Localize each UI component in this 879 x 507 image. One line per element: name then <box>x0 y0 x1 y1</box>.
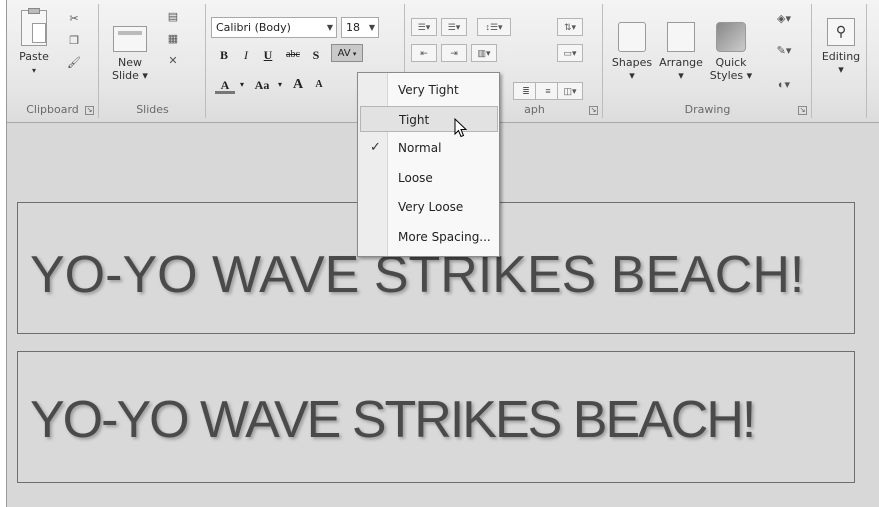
bold-button[interactable]: B <box>215 46 233 64</box>
title-textbox-2[interactable]: YO-YO WAVE STRIKES BEACH! <box>17 351 855 483</box>
paste-icon <box>21 8 47 46</box>
drawing-group: Shapes ▾ Arrange ▾ Quick Styles ▾ ◈▾ ✎▾ ◐▾… <box>604 4 812 118</box>
arrange-icon <box>667 22 695 52</box>
change-case-button[interactable]: Aa <box>251 76 273 94</box>
slides-group: New Slide ▾ ▤ ▦ ✕ Slides <box>100 4 206 118</box>
menu-item-label: Loose <box>398 171 433 185</box>
menu-item-more-spacing[interactable]: More Spacing... <box>360 224 498 250</box>
quick-styles-label-2: Styles <box>709 69 744 82</box>
shape-effects-icon[interactable]: ◐▾ <box>772 78 796 92</box>
editing-button[interactable]: ⚲ Editing ▾ <box>817 18 865 76</box>
menu-item-very-tight[interactable]: Very Tight <box>360 77 498 103</box>
layout-icon[interactable]: ▤ <box>166 10 180 24</box>
binoculars-icon: ⚲ <box>827 18 855 46</box>
slides-group-label: Slides <box>136 103 169 116</box>
menu-item-normal[interactable]: ✓ Normal <box>360 135 498 161</box>
character-spacing-button[interactable]: AV ▾ <box>331 44 363 62</box>
shape-outline-icon[interactable]: ✎▾ <box>772 44 796 58</box>
font-name-combo[interactable]: Calibri (Body) ▼ <box>211 17 337 38</box>
italic-button[interactable]: I <box>237 46 255 64</box>
character-spacing-label: AV <box>337 48 351 59</box>
font-color-button[interactable]: A <box>215 76 235 94</box>
title-text-2: YO-YO WAVE STRIKES BEACH! <box>30 391 756 449</box>
font-size-value: 18 <box>346 21 360 34</box>
editing-group: ⚲ Editing ▾ <box>813 4 867 118</box>
chevron-down-icon[interactable]: ▾ <box>237 76 247 94</box>
smartart-icon[interactable]: ◫▾ <box>557 82 583 100</box>
format-painter-icon[interactable]: 🖌 <box>67 56 81 70</box>
decrease-indent-icon[interactable]: ⇤ <box>411 44 437 62</box>
menu-item-loose[interactable]: Loose <box>360 165 498 191</box>
menu-item-label: More Spacing... <box>398 230 491 244</box>
delete-slide-icon[interactable]: ✕ <box>166 54 180 68</box>
menu-item-label: Very Tight <box>398 83 459 97</box>
chevron-down-icon: ▼ <box>326 23 333 32</box>
paste-button[interactable]: Paste ▾ <box>13 8 55 77</box>
menu-item-very-loose[interactable]: Very Loose <box>360 194 498 220</box>
chevron-down-icon: ▼ <box>368 23 375 32</box>
shapes-label: Shapes <box>611 56 653 69</box>
copy-icon[interactable]: ❐ <box>67 34 81 48</box>
align-text-icon[interactable]: ▭▾ <box>557 44 583 62</box>
menu-item-label: Very Loose <box>398 200 464 214</box>
paragraph-launcher-icon[interactable]: ↘ <box>589 106 598 115</box>
quick-styles-icon <box>716 22 746 52</box>
new-slide-icon <box>113 26 147 52</box>
bullets-icon[interactable]: ☰▾ <box>411 18 437 36</box>
increase-indent-icon[interactable]: ⇥ <box>441 44 467 62</box>
font-size-combo[interactable]: 18 ▼ <box>341 17 379 38</box>
line-spacing-icon[interactable]: ↕☰▾ <box>477 18 511 36</box>
shadow-button[interactable]: S <box>307 46 325 64</box>
new-slide-button[interactable]: New Slide ▾ <box>106 26 154 82</box>
columns-icon[interactable]: ▥▾ <box>471 44 497 62</box>
shape-fill-icon[interactable]: ◈▾ <box>772 12 796 26</box>
numbering-icon[interactable]: ☰▾ <box>441 18 467 36</box>
character-spacing-menu: Very Tight Tight ✓ Normal Loose Very Loo… <box>357 72 500 257</box>
menu-item-label: Normal <box>398 141 442 155</box>
strikethrough-button[interactable]: abc <box>281 46 305 64</box>
quick-styles-button[interactable]: Quick Styles ▾ <box>708 22 754 82</box>
chevron-down-icon[interactable]: ▾ <box>275 76 285 94</box>
reset-icon[interactable]: ▦ <box>166 32 180 46</box>
new-slide-label-1: New <box>118 56 142 69</box>
font-name-value: Calibri (Body) <box>216 21 291 34</box>
drawing-group-label: Drawing <box>684 103 731 116</box>
menu-item-tight[interactable]: Tight <box>360 106 498 132</box>
new-slide-label-2: Slide <box>112 69 139 82</box>
arrange-label: Arrange <box>659 56 703 69</box>
cut-icon[interactable]: ✂ <box>67 12 81 26</box>
mouse-cursor-icon <box>454 118 468 138</box>
text-direction-icon[interactable]: ⇅▾ <box>557 18 583 36</box>
shapes-icon <box>618 22 646 52</box>
menu-item-label: Tight <box>399 113 430 127</box>
shapes-button[interactable]: Shapes ▾ <box>610 22 654 82</box>
clipboard-group: Paste ▾ ✂ ❐ 🖌 Clipboard ↘ <box>7 4 99 118</box>
quick-styles-label-1: Quick <box>715 56 747 69</box>
drawing-launcher-icon[interactable]: ↘ <box>798 106 807 115</box>
editing-label: Editing <box>821 50 861 63</box>
arrange-button[interactable]: Arrange ▾ <box>656 22 706 82</box>
grow-font-button[interactable]: A <box>289 76 307 94</box>
checkmark-icon: ✓ <box>370 140 381 155</box>
paste-label: Paste <box>19 50 49 63</box>
clipboard-launcher-icon[interactable]: ↘ <box>85 106 94 115</box>
underline-button[interactable]: U <box>259 46 277 64</box>
shrink-font-button[interactable]: A <box>311 76 327 94</box>
